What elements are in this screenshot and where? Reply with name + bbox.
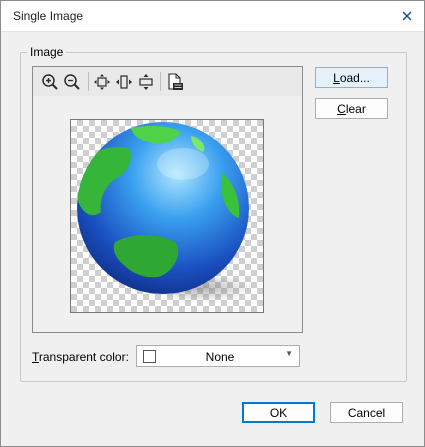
fit-height-button[interactable] xyxy=(135,71,157,93)
transparent-color-combo[interactable]: None ▼ xyxy=(136,345,300,367)
toolbar-separator xyxy=(160,72,161,91)
image-toolbar xyxy=(33,67,302,96)
clear-label: lear xyxy=(345,101,366,116)
fit-icon xyxy=(94,74,110,90)
ok-label: OK xyxy=(269,405,288,420)
cancel-button[interactable]: Cancel xyxy=(330,402,403,423)
zoom-out-icon xyxy=(64,74,80,90)
zoom-in-icon xyxy=(42,74,58,90)
ok-button[interactable]: OK xyxy=(242,402,315,423)
clear-label-accel: C xyxy=(337,101,346,116)
tc-label-accel: T xyxy=(32,350,39,364)
zoom-out-button[interactable] xyxy=(61,71,83,93)
color-swatch xyxy=(143,350,156,363)
close-icon xyxy=(402,11,412,21)
dialog-window: Single Image Image L oad... C lear Trans… xyxy=(0,0,425,447)
load-label: oad... xyxy=(339,70,370,85)
transparent-color-value: None xyxy=(205,350,235,364)
title-bar: Single Image xyxy=(1,1,424,32)
fit-button[interactable] xyxy=(91,71,113,93)
group-label: Image xyxy=(27,45,67,59)
load-label-accel: L xyxy=(333,70,340,85)
transparent-color-label: Transparent color: xyxy=(32,350,129,364)
fit-width-button[interactable] xyxy=(113,71,135,93)
image-canvas xyxy=(70,119,264,313)
load-button[interactable]: Load... xyxy=(315,67,388,88)
actual-size-icon xyxy=(168,73,183,90)
actual-size-button[interactable] xyxy=(164,71,186,93)
close-button[interactable] xyxy=(390,1,424,31)
chevron-down-icon: ▼ xyxy=(285,349,293,358)
globe-image xyxy=(77,122,253,302)
window-title: Single Image xyxy=(13,9,84,23)
fit-width-icon xyxy=(116,75,132,89)
zoom-in-button[interactable] xyxy=(39,71,61,93)
image-preview-panel xyxy=(32,66,303,333)
toolbar-separator xyxy=(88,72,89,91)
clear-button[interactable]: Clear xyxy=(315,98,388,119)
tc-label-text: ransparent color: xyxy=(38,350,129,364)
fit-height-icon xyxy=(139,74,153,90)
cancel-label: Cancel xyxy=(347,405,386,420)
